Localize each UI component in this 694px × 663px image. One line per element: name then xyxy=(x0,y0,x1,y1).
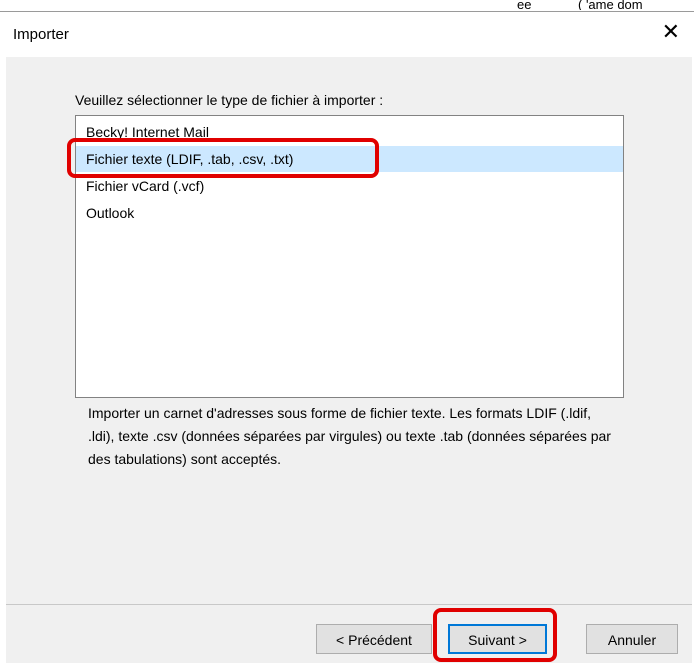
next-button[interactable]: Suivant > xyxy=(448,624,547,654)
clipped-background-text: ee xyxy=(517,0,532,10)
file-type-listbox[interactable]: Becky! Internet Mail Fichier texte (LDIF… xyxy=(75,115,624,398)
cancel-button[interactable]: Annuler xyxy=(586,624,678,654)
file-type-description: Importer un carnet d'adresses sous forme… xyxy=(88,405,611,467)
file-type-item-text-file[interactable]: Fichier texte (LDIF, .tab, .csv, .txt) xyxy=(76,146,623,172)
file-type-item-becky[interactable]: Becky! Internet Mail xyxy=(76,119,623,145)
dialog-title: Importer xyxy=(13,26,69,43)
previous-button[interactable]: < Précédent xyxy=(316,624,432,654)
file-type-prompt: Veuillez sélectionner le type de fichier… xyxy=(75,92,384,108)
file-type-item-outlook[interactable]: Outlook xyxy=(76,200,623,226)
file-type-item-vcard[interactable]: Fichier vCard (.vcf) xyxy=(76,173,623,199)
close-icon[interactable]: ✕ xyxy=(662,20,680,44)
clipped-background-text: ( 'ame dom xyxy=(578,0,643,10)
dialog-titlebar: Importer ✕ xyxy=(0,12,694,56)
